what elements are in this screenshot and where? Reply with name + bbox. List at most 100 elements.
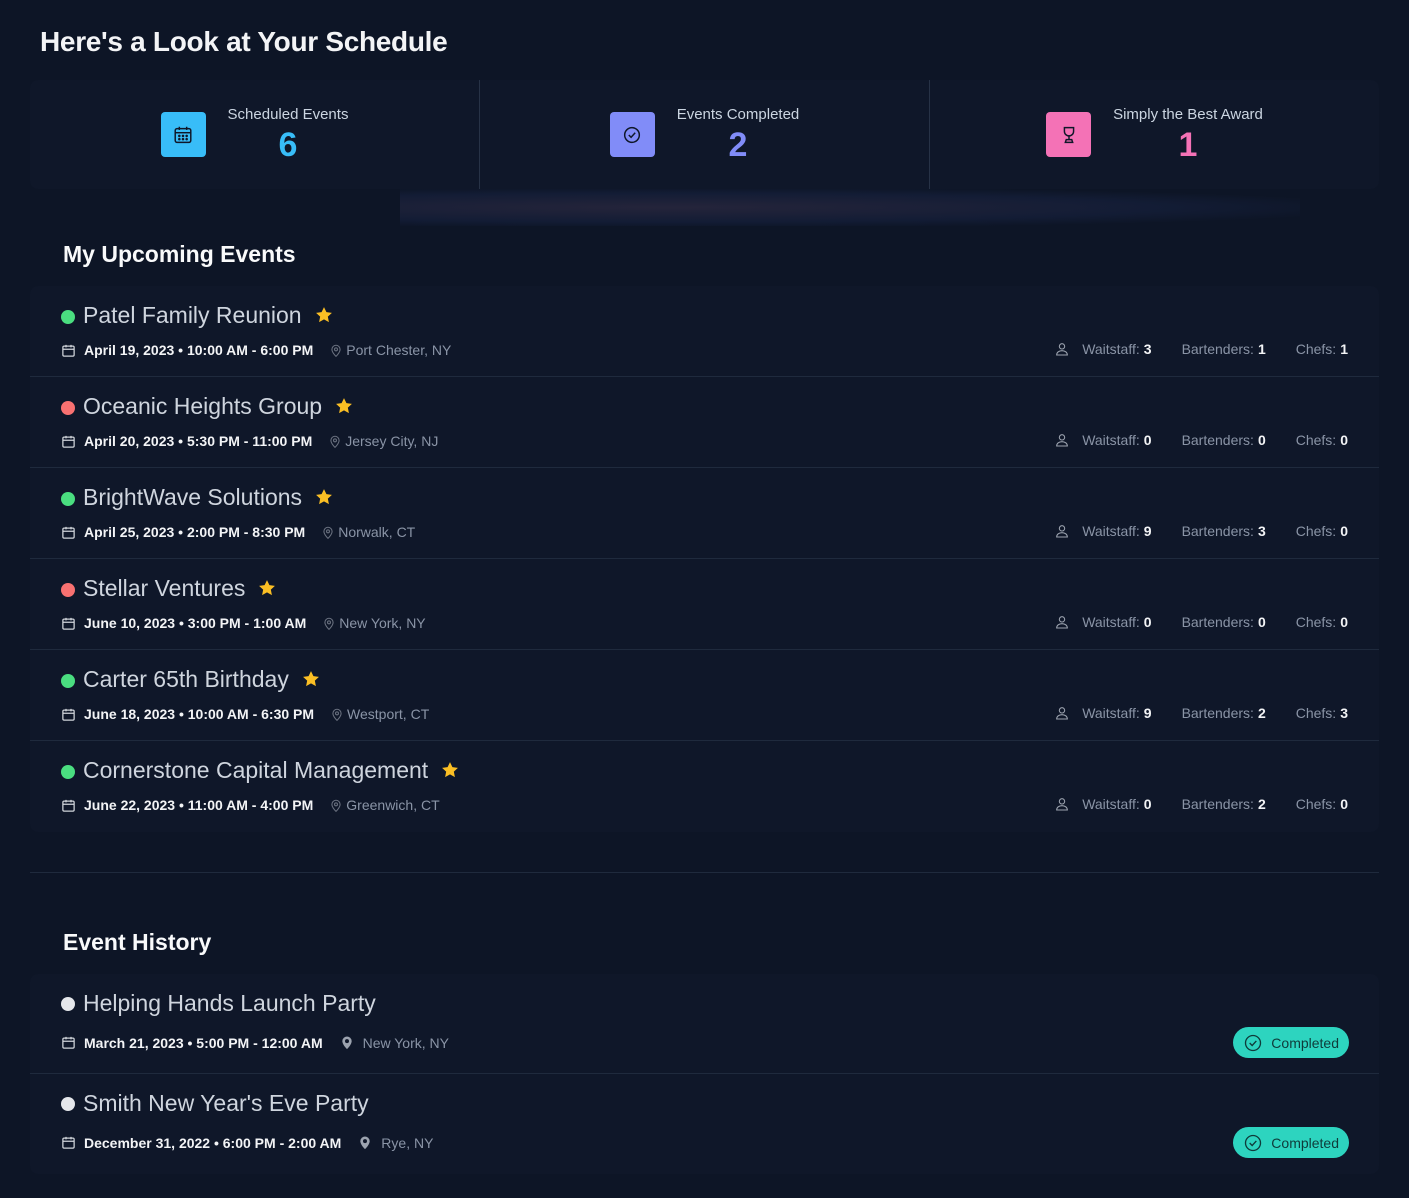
event-location: Norwalk, CT (338, 524, 416, 540)
star-icon[interactable] (301, 668, 321, 695)
person-icon (1054, 795, 1070, 813)
stat-label: Simply the Best Award (1113, 105, 1263, 123)
calendar-icon (61, 707, 76, 722)
event-meta: June 10, 2023 • 3:00 PM - 1:00 AM New Yo… (61, 615, 426, 631)
calendar-icon (61, 343, 76, 358)
upcoming-event-row[interactable]: Carter 65th Birthday June 18, 2023 • 10:… (30, 650, 1379, 741)
event-date: December 31, 2022 • 6:00 PM - 2:00 AM (84, 1134, 342, 1151)
status-dot (61, 765, 75, 779)
badge-label: Completed (1271, 1134, 1339, 1151)
event-location: New York, NY (339, 615, 426, 631)
event-location: Port Chester, NY (346, 342, 452, 358)
location-pin-icon (328, 434, 342, 449)
upcoming-event-row[interactable]: Patel Family Reunion April 19, 2023 • 10… (30, 286, 1379, 377)
chefs-label: Chefs: (1295, 341, 1337, 357)
upcoming-event-row[interactable]: BrightWave Solutions April 25, 2023 • 2:… (30, 468, 1379, 559)
bartenders-label: Bartenders: (1181, 341, 1254, 357)
waitstaff-label: Waitstaff: (1082, 432, 1140, 448)
stat-label: Scheduled Events (227, 105, 349, 123)
waitstaff-label: Waitstaff: (1082, 523, 1140, 539)
bartenders-label: Bartenders: (1181, 614, 1254, 630)
bartenders-count: 0 (1257, 432, 1266, 448)
event-name: Smith New Year's Eve Party (83, 1090, 369, 1116)
waitstaff-label: Waitstaff: (1082, 705, 1140, 721)
event-meta: March 21, 2023 • 5:00 PM - 12:00 AM New … (61, 1034, 449, 1051)
event-history-title: Event History (63, 929, 212, 955)
person-icon (1054, 613, 1070, 631)
event-date: April 25, 2023 • 2:00 PM - 8:30 PM (84, 524, 306, 540)
upcoming-event-row[interactable]: Oceanic Heights Group April 20, 2023 • 5… (30, 377, 1379, 468)
location-pin-icon (321, 525, 335, 540)
stats-panel: Scheduled Events 6 Events Completed 2 Si… (30, 80, 1379, 189)
bartenders-count: 1 (1257, 341, 1266, 357)
waitstaff-count: 3 (1143, 341, 1152, 357)
person-icon (1054, 340, 1070, 358)
history-event-row[interactable]: Smith New Year's Eve Party December 31, … (30, 1074, 1379, 1174)
event-date: June 10, 2023 • 3:00 PM - 1:00 AM (84, 615, 307, 631)
bartenders-label: Bartenders: (1181, 705, 1254, 721)
event-history-list: Helping Hands Launch Party March 21, 202… (30, 974, 1379, 1174)
event-name: Stellar Ventures (83, 575, 246, 601)
bartenders-count: 3 (1257, 523, 1266, 539)
location-pin-icon (330, 707, 344, 722)
event-date: April 20, 2023 • 5:30 PM - 11:00 PM (84, 433, 313, 449)
bartenders-label: Bartenders: (1181, 523, 1254, 539)
event-date: June 22, 2023 • 11:00 AM - 4:00 PM (84, 797, 314, 813)
star-icon[interactable] (314, 486, 334, 513)
chefs-label: Chefs: (1295, 705, 1337, 721)
staff-counts: Waitstaff: 3 Bartenders: 1 Chefs: 1 (1054, 340, 1348, 358)
stat-value: 2 (728, 125, 748, 164)
stat-value: 6 (278, 125, 298, 164)
chefs-label: Chefs: (1295, 523, 1337, 539)
chefs-count: 0 (1340, 432, 1348, 448)
waitstaff-count: 9 (1143, 523, 1152, 539)
star-icon[interactable] (314, 304, 334, 331)
calendar-icon (61, 434, 76, 449)
upcoming-event-row[interactable]: Stellar Ventures June 10, 2023 • 3:00 PM… (30, 559, 1379, 650)
event-location: Jersey City, NJ (345, 433, 439, 449)
badge-label: Completed (1271, 1034, 1339, 1051)
waitstaff-count: 0 (1143, 614, 1152, 630)
bartenders-count: 2 (1257, 796, 1266, 812)
location-pin-icon (357, 1134, 373, 1151)
upcoming-event-row[interactable]: Cornerstone Capital Management June 22, … (30, 741, 1379, 832)
status-dot (61, 401, 75, 415)
bartenders-count: 0 (1257, 614, 1266, 630)
chefs-label: Chefs: (1295, 796, 1337, 812)
event-meta: April 25, 2023 • 2:00 PM - 8:30 PM Norwa… (61, 524, 415, 540)
stat-label: Events Completed (676, 105, 800, 123)
staff-counts: Waitstaff: 0 Bartenders: 0 Chefs: 0 (1054, 613, 1348, 631)
event-meta: December 31, 2022 • 6:00 PM - 2:00 AM Ry… (61, 1134, 433, 1151)
upcoming-events-list: Patel Family Reunion April 19, 2023 • 10… (30, 286, 1379, 832)
star-icon[interactable] (334, 395, 354, 422)
waitstaff-count: 0 (1143, 796, 1152, 812)
event-meta: June 18, 2023 • 10:00 AM - 6:30 PM Westp… (61, 706, 429, 722)
star-icon[interactable] (257, 577, 277, 604)
calendar-icon (61, 1035, 76, 1050)
status-dot (61, 492, 75, 506)
history-event-row[interactable]: Helping Hands Launch Party March 21, 202… (30, 974, 1379, 1074)
status-dot (61, 674, 75, 688)
schedule-page: Here's a Look at Your Schedule Scheduled… (0, 0, 1409, 1198)
event-name: Cornerstone Capital Management (83, 757, 429, 783)
staff-counts: Waitstaff: 9 Bartenders: 3 Chefs: 0 (1054, 522, 1348, 540)
event-name: Oceanic Heights Group (83, 393, 323, 419)
completed-badge: Completed (1233, 1127, 1349, 1158)
chefs-count: 0 (1340, 796, 1348, 812)
event-location: New York, NY (362, 1034, 449, 1051)
event-location: Greenwich, CT (346, 797, 440, 813)
star-icon[interactable] (440, 759, 460, 786)
waitstaff-label: Waitstaff: (1082, 614, 1140, 630)
waitstaff-label: Waitstaff: (1082, 796, 1140, 812)
staff-counts: Waitstaff: 9 Bartenders: 2 Chefs: 3 (1054, 704, 1348, 722)
bartenders-label: Bartenders: (1181, 432, 1254, 448)
status-dot (61, 310, 75, 324)
chefs-label: Chefs: (1295, 432, 1337, 448)
calendar-icon (61, 525, 76, 540)
chefs-count: 1 (1340, 341, 1348, 357)
waitstaff-count: 9 (1143, 705, 1152, 721)
waitstaff-label: Waitstaff: (1082, 341, 1140, 357)
completed-badge: Completed (1233, 1027, 1349, 1058)
location-pin-icon (322, 616, 336, 631)
waitstaff-count: 0 (1143, 432, 1152, 448)
